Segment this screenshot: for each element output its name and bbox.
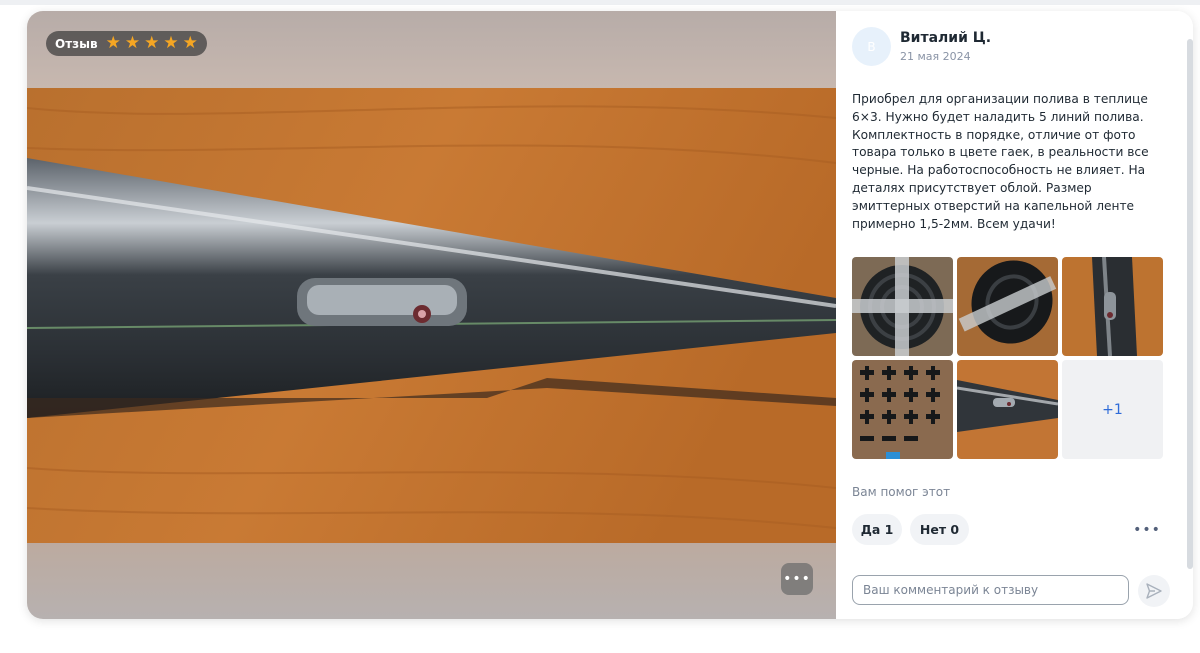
- star-icon: ★: [105, 33, 121, 53]
- thumbnail-fittings[interactable]: [852, 360, 953, 459]
- thumbnail-more-count: +1: [1102, 401, 1123, 418]
- thumbnail-more[interactable]: +1: [1062, 360, 1163, 459]
- media-more-options-button[interactable]: •••: [781, 563, 813, 595]
- review-rating-badge: Отзыв ★ ★ ★ ★ ★: [46, 31, 207, 56]
- page-top-border: [0, 0, 1200, 5]
- more-dots-icon: •••: [1133, 522, 1161, 538]
- review-details-panel: В Виталий Ц. 21 мая 2024 Приобрел для ор…: [836, 11, 1193, 619]
- thumbnail-emitter-closeup[interactable]: [957, 360, 1058, 459]
- author-name: Виталий Ц.: [900, 30, 992, 46]
- review-text: Приобрел для организации полива в теплиц…: [852, 92, 1149, 231]
- panel-scrollbar[interactable]: [1187, 39, 1193, 569]
- review-date: 21 мая 2024: [900, 50, 971, 63]
- star-icon: ★: [144, 33, 160, 53]
- review-modal: Отзыв ★ ★ ★ ★ ★ ••• В Виталий Ц. 21 мая …: [27, 11, 1193, 619]
- send-icon: [1146, 583, 1162, 599]
- send-comment-button[interactable]: [1138, 575, 1170, 607]
- author-avatar: В: [852, 27, 891, 66]
- comment-input[interactable]: [852, 575, 1129, 605]
- thumbnail-drip-tape-closeup[interactable]: [1062, 257, 1163, 356]
- star-icon: ★: [163, 33, 179, 53]
- review-more-options-button[interactable]: •••: [1133, 521, 1161, 539]
- review-badge-label: Отзыв: [55, 36, 98, 51]
- vote-yes-button[interactable]: Да 1: [852, 514, 902, 545]
- thumbnail-drip-tape-roll[interactable]: [852, 257, 953, 356]
- star-icon: ★: [124, 33, 141, 53]
- star-icon: ★: [182, 33, 198, 53]
- review-main-photo[interactable]: [27, 88, 836, 543]
- review-thumbnails: +1: [852, 257, 1165, 459]
- vote-no-button[interactable]: Нет 0: [910, 514, 969, 545]
- more-dots-icon: •••: [783, 571, 811, 587]
- helpful-question: Вам помог этот: [852, 485, 951, 499]
- thumbnail-drip-tape-coil[interactable]: [957, 257, 1058, 356]
- review-media-viewer: Отзыв ★ ★ ★ ★ ★ •••: [27, 11, 836, 619]
